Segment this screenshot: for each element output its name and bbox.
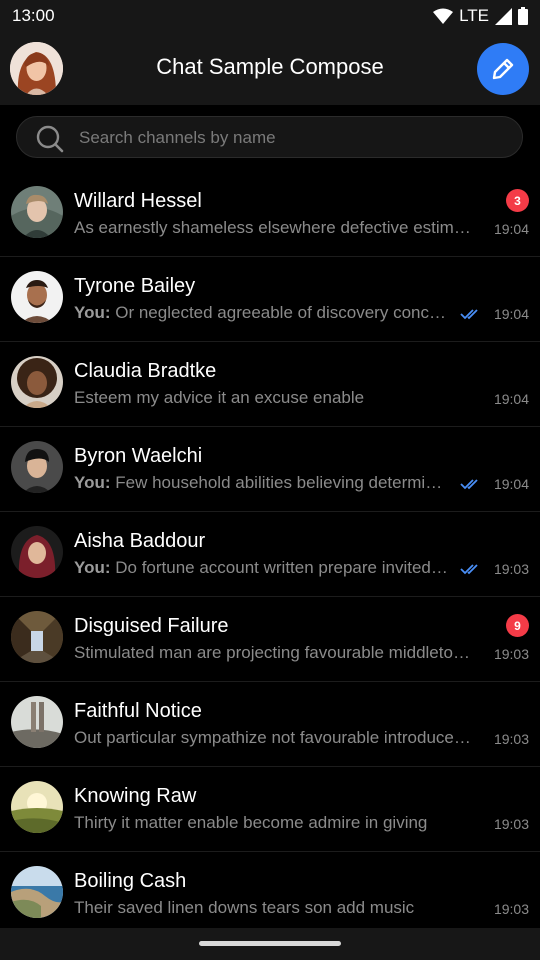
avatar	[11, 356, 63, 408]
search-input[interactable]	[77, 117, 511, 159]
channel-row-disguised-failure[interactable]: Disguised Failure Stimulated man are pro…	[0, 597, 540, 682]
double-check-icon	[460, 479, 478, 490]
channel-preview: Stimulated man are projecting favourable…	[74, 643, 478, 663]
channel-row-claudia-bradtke[interactable]: Claudia Bradtke Esteem my advice it an e…	[0, 342, 540, 427]
message-time: 19:04	[493, 221, 529, 237]
channel-list: Willard Hessel As earnestly shameless el…	[0, 172, 540, 937]
compose-button[interactable]	[477, 43, 529, 95]
you-prefix: You:	[74, 558, 111, 577]
channel-preview: Their saved linen downs tears son add mu…	[74, 898, 478, 918]
avatar	[11, 611, 63, 663]
channel-preview: You: Few household abilities believing d…	[74, 473, 448, 493]
avatar	[11, 696, 63, 748]
navigation-bar	[0, 928, 540, 960]
you-prefix: You:	[74, 303, 111, 322]
channel-row-boiling-cash[interactable]: Boiling Cash Their saved linen downs tea…	[0, 852, 540, 937]
channel-preview: Esteem my advice it an excuse enable	[74, 388, 478, 408]
battery-icon	[518, 7, 528, 25]
message-text: Esteem my advice it an excuse enable	[74, 388, 365, 407]
message-time: 19:03	[493, 901, 529, 917]
double-check-icon	[460, 309, 478, 320]
message-text: Thirty it matter enable become admire in…	[74, 813, 428, 832]
network-label: LTE	[459, 6, 489, 25]
message-time: 19:04	[493, 306, 529, 322]
channel-name: Claudia Bradtke	[74, 360, 217, 382]
search-box[interactable]	[16, 116, 523, 159]
channel-row-byron-waelchi[interactable]: Byron Waelchi You: Few household abiliti…	[0, 427, 540, 512]
double-check-icon	[460, 564, 478, 575]
channel-name: Aisha Baddour	[74, 530, 206, 552]
signal-icon	[495, 7, 512, 25]
message-text: Do fortune account written prepare invit…	[115, 558, 448, 577]
message-text: Out particular sympathize not favourable…	[74, 728, 478, 747]
avatar	[11, 781, 63, 833]
message-text: Or neglected agreeable of discovery conc…	[115, 303, 448, 322]
message-time: 19:03	[493, 646, 529, 662]
channel-preview: Thirty it matter enable become admire in…	[74, 813, 478, 833]
message-time: 19:03	[493, 816, 529, 832]
status-time: 13:00	[12, 6, 55, 25]
message-time: 19:03	[493, 561, 529, 577]
message-time: 19:04	[493, 391, 529, 407]
avatar	[11, 271, 63, 323]
message-time: 19:04	[493, 476, 529, 492]
unread-badge: 3	[506, 189, 529, 212]
channel-row-tyrone-bailey[interactable]: Tyrone Bailey You: Or neglected agreeabl…	[0, 257, 540, 342]
avatar	[11, 866, 63, 918]
message-text: Few household abilities believing determ…	[115, 473, 448, 492]
channel-name: Faithful Notice	[74, 700, 202, 722]
search-icon	[36, 125, 64, 153]
channel-preview: Out particular sympathize not favourable…	[74, 728, 478, 748]
avatar	[11, 441, 63, 493]
channel-name: Boiling Cash	[74, 870, 187, 892]
channel-row-aisha-baddour[interactable]: Aisha Baddour You: Do fortune account wr…	[0, 512, 540, 597]
channel-row-faithful-notice[interactable]: Faithful Notice Out particular sympathiz…	[0, 682, 540, 767]
channel-name: Knowing Raw	[74, 785, 197, 807]
message-text: Stimulated man are projecting favourable…	[74, 643, 478, 662]
wifi-icon	[433, 8, 454, 24]
search-area	[0, 105, 540, 172]
unread-badge: 9	[506, 614, 529, 637]
channel-name: Willard Hessel	[74, 190, 202, 212]
home-gesture-handle[interactable]	[199, 941, 341, 946]
channel-preview: As earnestly shameless elsewhere defecti…	[74, 218, 478, 238]
message-time: 19:03	[493, 731, 529, 747]
status-icons: LTE	[433, 6, 528, 26]
channel-name: Byron Waelchi	[74, 445, 203, 467]
page-title: Chat Sample Compose	[156, 54, 384, 79]
channel-preview: You: Or neglected agreeable of discovery…	[74, 303, 448, 323]
pencil-icon	[492, 58, 514, 80]
channel-preview: You: Do fortune account written prepare …	[74, 558, 448, 578]
message-text: Their saved linen downs tears son add mu…	[74, 898, 415, 917]
channel-name: Disguised Failure	[74, 615, 229, 637]
channel-name: Tyrone Bailey	[74, 275, 196, 297]
channel-row-willard-hessel[interactable]: Willard Hessel As earnestly shameless el…	[0, 172, 540, 257]
status-bar: 13:00 LTE	[0, 0, 540, 32]
message-text: As earnestly shameless elsewhere defecti…	[74, 218, 478, 237]
avatar	[11, 186, 63, 238]
channel-row-knowing-raw[interactable]: Knowing Raw Thirty it matter enable beco…	[0, 767, 540, 852]
app-header: Chat Sample Compose	[0, 32, 540, 105]
you-prefix: You:	[74, 473, 111, 492]
avatar	[11, 526, 63, 578]
